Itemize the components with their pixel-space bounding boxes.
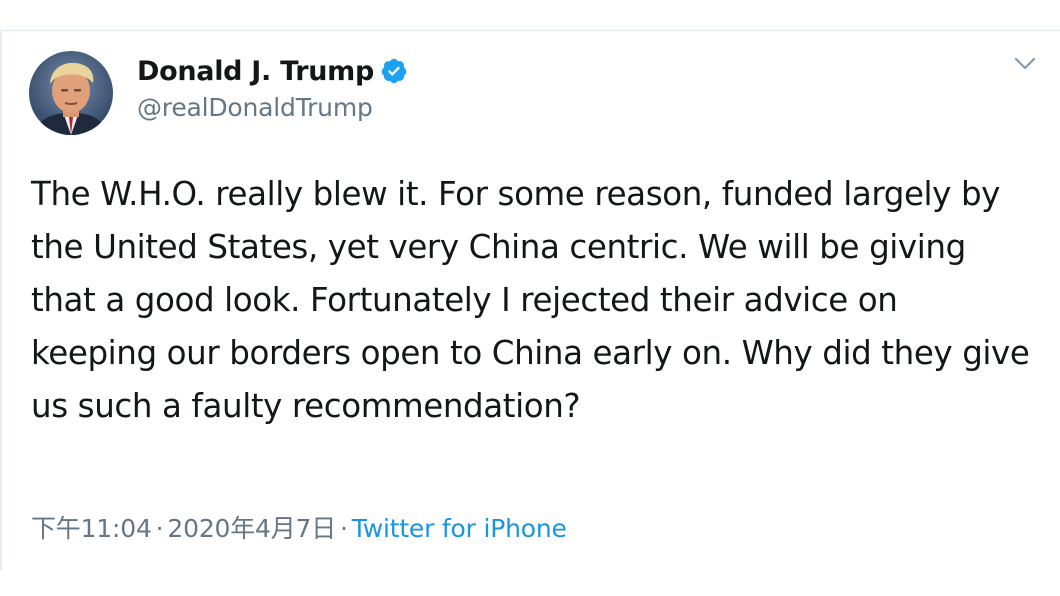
avatar-portrait-icon (35, 62, 107, 135)
name-row: Donald J. Trump (137, 53, 408, 89)
tweet-card: Donald J. Trump @realDonaldTrump The W.H… (0, 30, 1060, 570)
chevron-down-icon[interactable] (1014, 57, 1036, 71)
verified-badge-icon (381, 58, 407, 84)
avatar[interactable] (29, 51, 113, 135)
display-name[interactable]: Donald J. Trump (137, 56, 374, 87)
meta-separator: · (155, 514, 164, 543)
tweet-header: Donald J. Trump @realDonaldTrump (137, 53, 408, 122)
tweet-source-link[interactable]: Twitter for iPhone (352, 514, 567, 543)
meta-separator: · (340, 514, 348, 543)
tweet-date[interactable]: 2020年4月7日 (167, 514, 336, 543)
author-handle[interactable]: @realDonaldTrump (137, 93, 408, 122)
tweet-meta: 下午11:04 · 2020年4月7日 · Twitter for iPhone (31, 509, 567, 545)
tweet-text: The W.H.O. really blew it. For some reas… (31, 175, 1030, 425)
tweet-time[interactable]: 下午11:04 (31, 514, 152, 543)
